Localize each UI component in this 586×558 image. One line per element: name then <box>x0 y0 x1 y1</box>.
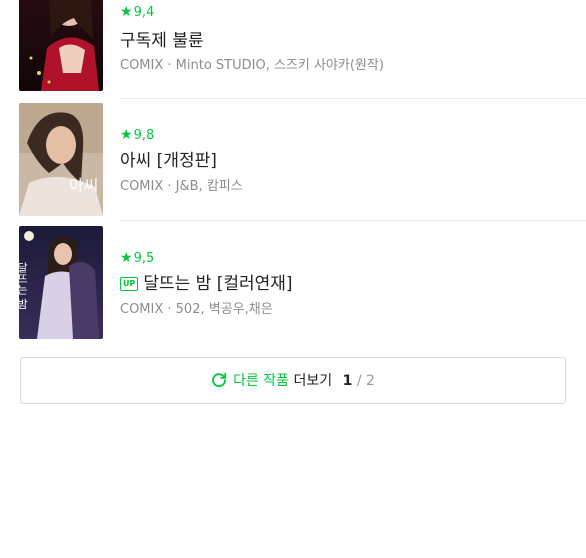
work-title[interactable]: 구독제 불륜 <box>120 30 204 52</box>
refresh-icon <box>212 372 227 388</box>
star-icon: ★ <box>120 127 133 143</box>
cover-thumbnail[interactable]: 아씨 <box>19 103 103 216</box>
page-current: 1 <box>342 373 353 389</box>
work-title[interactable]: UP 달뜨는 밤 [컬러연재] <box>120 273 293 295</box>
star-icon: ★ <box>120 250 133 266</box>
divider <box>120 98 586 99</box>
cover-thumbnail[interactable] <box>19 0 103 91</box>
star-icon: ★ <box>120 4 133 20</box>
rating: ★9,8 <box>120 127 155 143</box>
cover-thumbnail[interactable]: 달뜨는 밤 <box>19 226 103 339</box>
more-label-accent: 다른 작품 <box>233 373 290 389</box>
rating: ★9,5 <box>120 250 155 266</box>
cover-title-text: 달뜨는 밤 <box>19 262 29 310</box>
cover-title-text: 아씨 <box>69 176 98 195</box>
work-title[interactable]: 아씨 [개정판] <box>120 150 217 172</box>
work-meta: COMIX · 502, 벽공우,채은 <box>120 302 273 317</box>
work-title-text: 달뜨는 밤 [컬러연재] <box>143 274 293 294</box>
list-item[interactable]: 달뜨는 밤 ★9,5 UP 달뜨는 밤 [컬러연재] COMIX · 502, 벽… <box>0 226 586 348</box>
page-total: 2 <box>365 373 375 389</box>
rating: ★9,4 <box>120 4 155 20</box>
work-meta: COMIX · Minto STUDIO, 스즈키 사야카(원작) <box>120 58 384 73</box>
up-badge: UP <box>120 277 139 291</box>
list-item[interactable]: ★9,4 구독제 불륜 COMIX · Minto STUDIO, 스즈키 사야… <box>0 0 586 94</box>
more-works-button[interactable]: 다른 작품 더보기 1 / 2 <box>20 357 566 404</box>
page-separator: / <box>356 373 362 389</box>
divider <box>120 220 586 221</box>
list-item[interactable]: 아씨 ★9,8 아씨 [개정판] COMIX · J&B, 캄피스 <box>0 103 586 225</box>
more-label: 더보기 <box>293 373 333 389</box>
work-meta: COMIX · J&B, 캄피스 <box>120 179 243 194</box>
